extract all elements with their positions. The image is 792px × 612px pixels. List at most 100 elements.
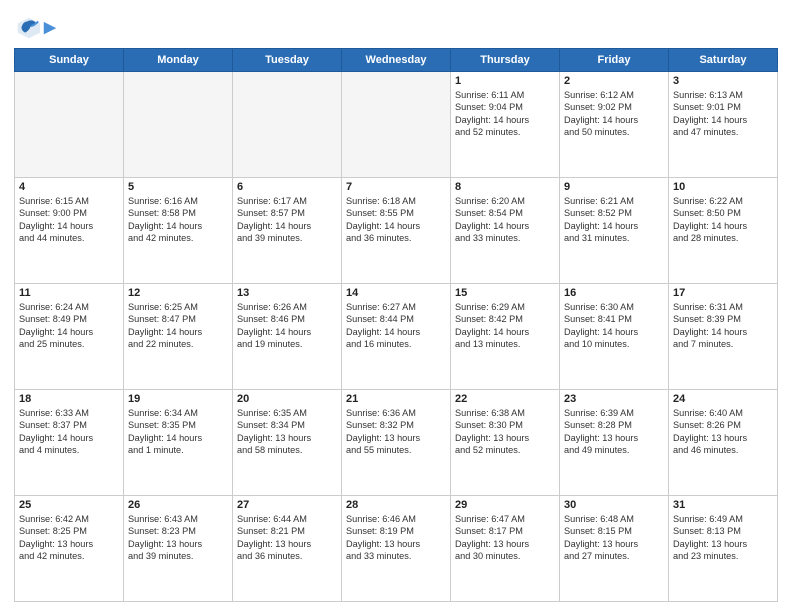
day-cell-15: 15 Sunrise: 6:29 AM Sunset: 8:42 PM Dayli… <box>451 284 560 390</box>
weekday-header-row: SundayMondayTuesdayWednesdayThursdayFrid… <box>15 49 778 72</box>
day-info: Sunrise: 6:15 AM Sunset: 9:00 PM Dayligh… <box>19 195 119 245</box>
logo-blue: ▶ <box>44 19 56 36</box>
day-cell-11: 11Sunrise: 6:24 AM Sunset: 8:49 PM Dayli… <box>15 284 124 390</box>
day-info: Sunrise: 6:16 AM Sunset: 8:58 PM Dayligh… <box>128 195 228 245</box>
week-row-1: 1 Sunrise: 6:11 AM Sunset: 9:04 PM Daylig… <box>15 72 778 178</box>
day-number: 28 <box>346 499 446 511</box>
day-info: Sunrise: 6:26 AM Sunset: 8:46 PM Dayligh… <box>237 301 337 351</box>
day-cell-8: 8 Sunrise: 6:20 AM Sunset: 8:54 PM Daylig… <box>451 178 560 284</box>
day-number: 16 <box>564 287 664 299</box>
day-info: Sunrise: 6:31 AM Sunset: 8:39 PM Dayligh… <box>673 301 773 351</box>
logo-text: ▶ <box>44 20 56 37</box>
day-number: 14 <box>346 287 446 299</box>
day-cell-23: 23 Sunrise: 6:39 AM Sunset: 8:28 PM Dayli… <box>560 390 669 496</box>
day-number: 17 <box>673 287 773 299</box>
day-number: 20 <box>237 393 337 405</box>
day-number: 26 <box>128 499 228 511</box>
day-cell-16: 16Sunrise: 6:30 AM Sunset: 8:41 PM Dayli… <box>560 284 669 390</box>
day-number: 6 <box>237 181 337 193</box>
day-info: Sunrise: 6:40 AM Sunset: 8:26 PM Dayligh… <box>673 407 773 457</box>
day-info: Sunrise: 6:46 AM Sunset: 8:19 PM Dayligh… <box>346 513 446 563</box>
week-row-2: 4Sunrise: 6:15 AM Sunset: 9:00 PM Daylig… <box>15 178 778 284</box>
day-info: Sunrise: 6:29 AM Sunset: 8:42 PM Dayligh… <box>455 301 555 351</box>
day-info: Sunrise: 6:38 AM Sunset: 8:30 PM Dayligh… <box>455 407 555 457</box>
calendar-table: SundayMondayTuesdayWednesdayThursdayFrid… <box>14 48 778 602</box>
weekday-header-sunday: Sunday <box>15 49 124 72</box>
weekday-header-wednesday: Wednesday <box>342 49 451 72</box>
day-info: Sunrise: 6:11 AM Sunset: 9:04 PM Dayligh… <box>455 89 555 139</box>
day-cell-7: 7Sunrise: 6:18 AM Sunset: 8:55 PM Daylig… <box>342 178 451 284</box>
day-cell-10: 10 Sunrise: 6:22 AM Sunset: 8:50 PM Dayli… <box>669 178 778 284</box>
day-cell-empty <box>342 72 451 178</box>
day-number: 27 <box>237 499 337 511</box>
day-number: 24 <box>673 393 773 405</box>
day-number: 5 <box>128 181 228 193</box>
day-cell-empty <box>15 72 124 178</box>
day-cell-26: 26 Sunrise: 6:43 AM Sunset: 8:23 PM Dayli… <box>124 496 233 602</box>
day-number: 31 <box>673 499 773 511</box>
day-number: 19 <box>128 393 228 405</box>
day-cell-13: 13 Sunrise: 6:26 AM Sunset: 8:46 PM Dayli… <box>233 284 342 390</box>
day-cell-19: 19 Sunrise: 6:34 AM Sunset: 8:35 PM Dayli… <box>124 390 233 496</box>
day-info: Sunrise: 6:21 AM Sunset: 8:52 PM Dayligh… <box>564 195 664 245</box>
day-number: 9 <box>564 181 664 193</box>
day-cell-1: 1 Sunrise: 6:11 AM Sunset: 9:04 PM Daylig… <box>451 72 560 178</box>
day-number: 1 <box>455 75 555 87</box>
header: ▶ <box>14 10 778 42</box>
day-cell-empty <box>233 72 342 178</box>
day-number: 10 <box>673 181 773 193</box>
logo: ▶ <box>14 14 56 42</box>
weekday-header-saturday: Saturday <box>669 49 778 72</box>
day-info: Sunrise: 6:20 AM Sunset: 8:54 PM Dayligh… <box>455 195 555 245</box>
day-info: Sunrise: 6:18 AM Sunset: 8:55 PM Dayligh… <box>346 195 446 245</box>
day-info: Sunrise: 6:25 AM Sunset: 8:47 PM Dayligh… <box>128 301 228 351</box>
day-number: 21 <box>346 393 446 405</box>
day-info: Sunrise: 6:24 AM Sunset: 8:49 PM Dayligh… <box>19 301 119 351</box>
weekday-header-monday: Monday <box>124 49 233 72</box>
day-number: 29 <box>455 499 555 511</box>
day-cell-4: 4Sunrise: 6:15 AM Sunset: 9:00 PM Daylig… <box>15 178 124 284</box>
day-number: 15 <box>455 287 555 299</box>
logo-icon <box>14 14 42 42</box>
day-cell-30: 30Sunrise: 6:48 AM Sunset: 8:15 PM Dayli… <box>560 496 669 602</box>
day-info: Sunrise: 6:33 AM Sunset: 8:37 PM Dayligh… <box>19 407 119 457</box>
day-number: 2 <box>564 75 664 87</box>
day-cell-14: 14 Sunrise: 6:27 AM Sunset: 8:44 PM Dayli… <box>342 284 451 390</box>
day-number: 18 <box>19 393 119 405</box>
day-cell-29: 29Sunrise: 6:47 AM Sunset: 8:17 PM Dayli… <box>451 496 560 602</box>
week-row-4: 18 Sunrise: 6:33 AM Sunset: 8:37 PM Dayli… <box>15 390 778 496</box>
day-info: Sunrise: 6:36 AM Sunset: 8:32 PM Dayligh… <box>346 407 446 457</box>
day-cell-25: 25Sunrise: 6:42 AM Sunset: 8:25 PM Dayli… <box>15 496 124 602</box>
day-cell-empty <box>124 72 233 178</box>
day-cell-18: 18 Sunrise: 6:33 AM Sunset: 8:37 PM Dayli… <box>15 390 124 496</box>
day-info: Sunrise: 6:35 AM Sunset: 8:34 PM Dayligh… <box>237 407 337 457</box>
day-info: Sunrise: 6:13 AM Sunset: 9:01 PM Dayligh… <box>673 89 773 139</box>
day-cell-9: 9 Sunrise: 6:21 AM Sunset: 8:52 PM Daylig… <box>560 178 669 284</box>
day-cell-22: 22 Sunrise: 6:38 AM Sunset: 8:30 PM Dayli… <box>451 390 560 496</box>
day-cell-21: 21 Sunrise: 6:36 AM Sunset: 8:32 PM Dayli… <box>342 390 451 496</box>
day-number: 23 <box>564 393 664 405</box>
day-number: 25 <box>19 499 119 511</box>
day-number: 8 <box>455 181 555 193</box>
week-row-3: 11Sunrise: 6:24 AM Sunset: 8:49 PM Dayli… <box>15 284 778 390</box>
day-cell-28: 28 Sunrise: 6:46 AM Sunset: 8:19 PM Dayli… <box>342 496 451 602</box>
day-cell-3: 3Sunrise: 6:13 AM Sunset: 9:01 PM Daylig… <box>669 72 778 178</box>
day-number: 13 <box>237 287 337 299</box>
day-cell-2: 2Sunrise: 6:12 AM Sunset: 9:02 PM Daylig… <box>560 72 669 178</box>
day-cell-12: 12Sunrise: 6:25 AM Sunset: 8:47 PM Dayli… <box>124 284 233 390</box>
day-info: Sunrise: 6:39 AM Sunset: 8:28 PM Dayligh… <box>564 407 664 457</box>
day-info: Sunrise: 6:17 AM Sunset: 8:57 PM Dayligh… <box>237 195 337 245</box>
day-info: Sunrise: 6:43 AM Sunset: 8:23 PM Dayligh… <box>128 513 228 563</box>
day-info: Sunrise: 6:49 AM Sunset: 8:13 PM Dayligh… <box>673 513 773 563</box>
day-info: Sunrise: 6:27 AM Sunset: 8:44 PM Dayligh… <box>346 301 446 351</box>
day-cell-17: 17 Sunrise: 6:31 AM Sunset: 8:39 PM Dayli… <box>669 284 778 390</box>
day-cell-5: 5 Sunrise: 6:16 AM Sunset: 8:58 PM Daylig… <box>124 178 233 284</box>
day-cell-6: 6 Sunrise: 6:17 AM Sunset: 8:57 PM Daylig… <box>233 178 342 284</box>
day-info: Sunrise: 6:48 AM Sunset: 8:15 PM Dayligh… <box>564 513 664 563</box>
week-row-5: 25Sunrise: 6:42 AM Sunset: 8:25 PM Dayli… <box>15 496 778 602</box>
day-info: Sunrise: 6:22 AM Sunset: 8:50 PM Dayligh… <box>673 195 773 245</box>
day-info: Sunrise: 6:34 AM Sunset: 8:35 PM Dayligh… <box>128 407 228 457</box>
day-number: 22 <box>455 393 555 405</box>
page: ▶ SundayMondayTuesdayWednesdayThursdayFr… <box>0 0 792 612</box>
weekday-header-friday: Friday <box>560 49 669 72</box>
